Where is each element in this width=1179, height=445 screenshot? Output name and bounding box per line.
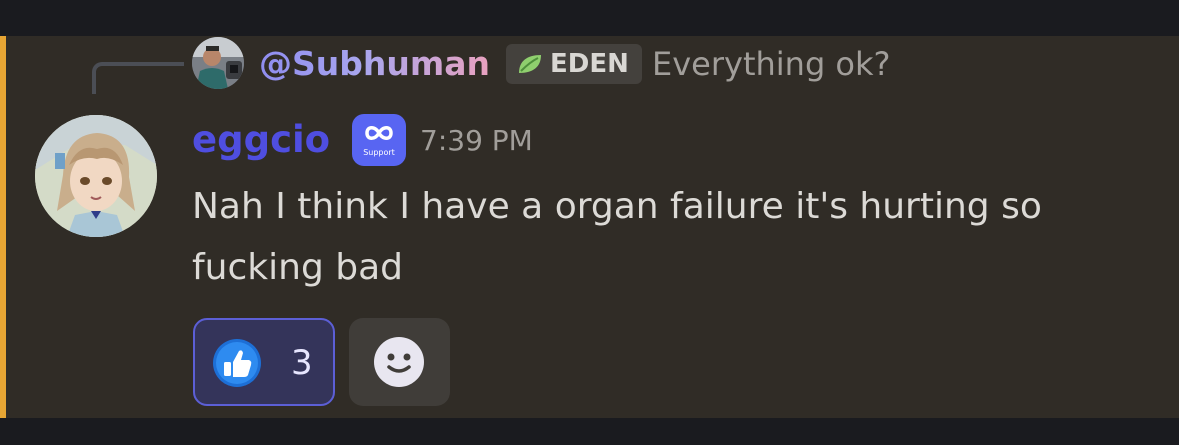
leaf-icon: [519, 55, 541, 73]
guild-tag-label: EDEN: [550, 49, 629, 79]
app-badge-label: Support: [363, 148, 395, 157]
reply-author-name[interactable]: @Subhuman: [259, 42, 490, 86]
thumbs-up-icon: [213, 339, 261, 387]
reaction-count: 3: [291, 343, 313, 383]
mention-highlight-bar: [0, 36, 6, 418]
message-content: Nah I think I have a organ failure it's …: [192, 186, 1042, 288]
add-reaction-button[interactable]: [349, 318, 450, 406]
app-badge[interactable]: Support: [352, 114, 406, 166]
author-avatar[interactable]: [35, 115, 157, 237]
timestamp[interactable]: 7:39 PM: [420, 121, 533, 161]
reply-spine: [92, 62, 184, 94]
message-item[interactable]: @Subhuman EDEN Everything ok? eggcio Sup…: [0, 36, 1179, 418]
infinity-icon: [365, 126, 393, 140]
reply-avatar[interactable]: [192, 37, 244, 89]
reply-preview-text[interactable]: Everything ok?: [652, 42, 891, 86]
guild-tag[interactable]: EDEN: [506, 44, 642, 84]
author-name[interactable]: eggcio: [192, 115, 330, 165]
reaction-thumbs-up[interactable]: 3: [193, 318, 335, 406]
smiley-icon: [374, 337, 424, 387]
